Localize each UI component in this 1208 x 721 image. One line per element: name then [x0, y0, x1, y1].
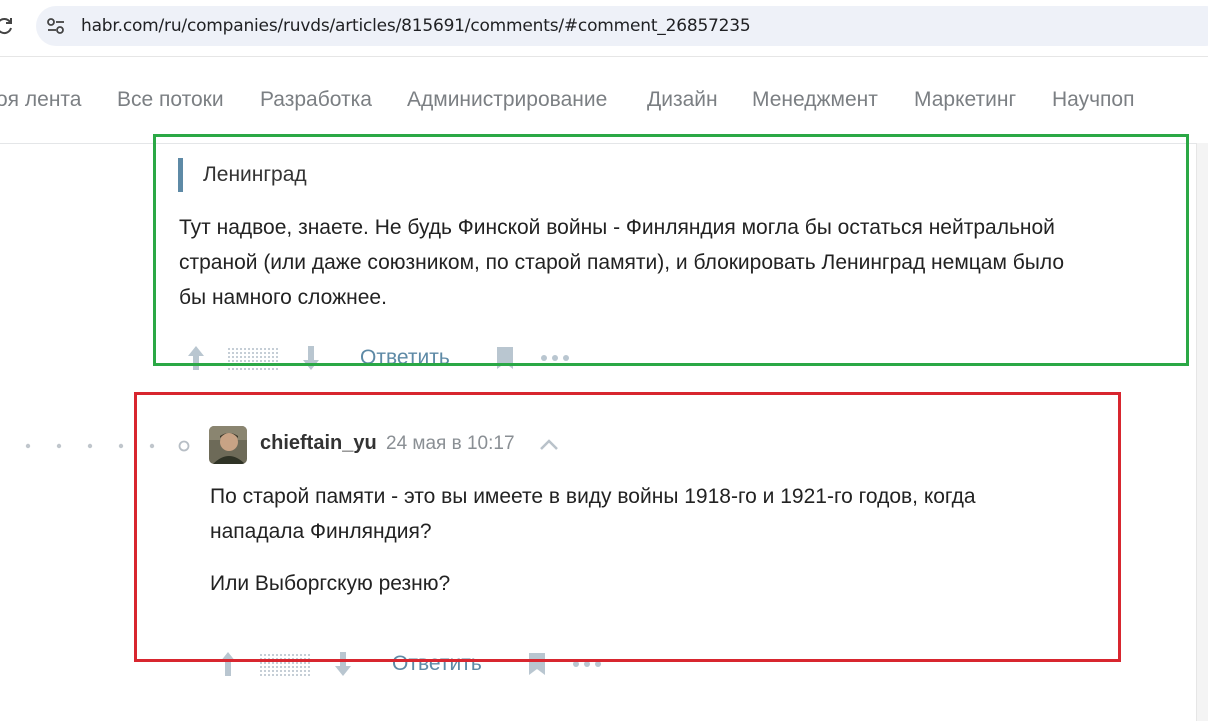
address-bar[interactable]: habr.com/ru/companies/ruvds/articles/815…	[36, 6, 1208, 46]
nav-item-marketing[interactable]: Маркетинг	[914, 88, 1016, 112]
scrollbar[interactable]	[1196, 143, 1208, 721]
habr-nav: оя лента Все потоки Разработка Администр…	[0, 57, 1208, 144]
nav-item-administration[interactable]: Администрирование	[407, 88, 607, 112]
nav-item-all-streams[interactable]: Все потоки	[117, 88, 224, 112]
nav-item-popsci[interactable]: Научпоп	[1052, 88, 1134, 112]
reload-icon[interactable]	[0, 16, 14, 36]
url-text[interactable]: habr.com/ru/companies/ruvds/articles/815…	[81, 16, 751, 36]
nav-item-design[interactable]: Дизайн	[647, 88, 718, 112]
nav-item-my-feed[interactable]: оя лента	[0, 88, 81, 112]
nav-item-development[interactable]: Разработка	[260, 88, 372, 112]
site-settings-icon[interactable]	[46, 17, 66, 35]
highlight-box-red	[134, 392, 1121, 662]
highlight-box-green	[153, 134, 1189, 366]
nav-item-management[interactable]: Менеджмент	[752, 88, 878, 112]
browser-toolbar: habr.com/ru/companies/ruvds/articles/815…	[0, 0, 1208, 57]
